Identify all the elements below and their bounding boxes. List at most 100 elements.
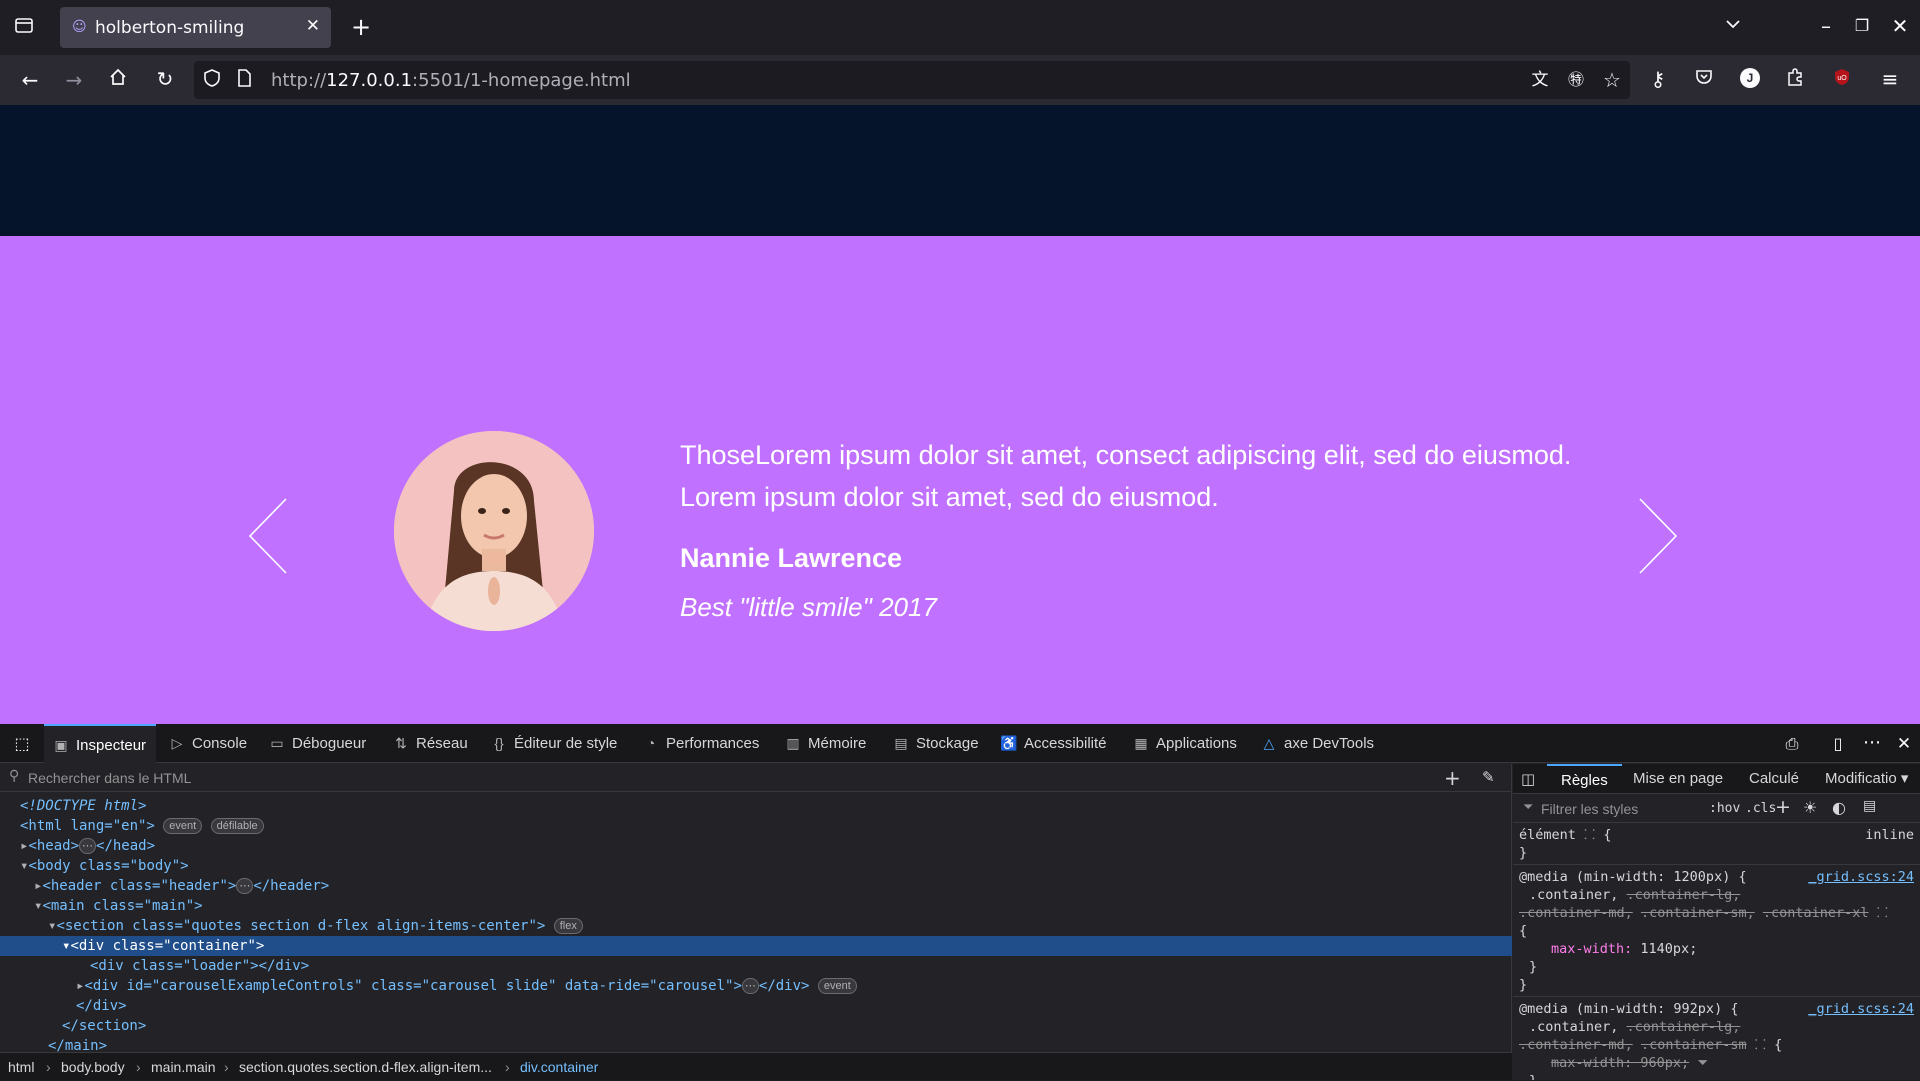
print-simulation-icon[interactable]: ▤ bbox=[1863, 798, 1876, 814]
eyedropper-icon[interactable]: ✎ bbox=[1482, 768, 1495, 786]
rule-selector[interactable]: .container-md, .container-sm, .container… bbox=[1519, 904, 1888, 922]
close-window-icon[interactable]: ✕ bbox=[1886, 14, 1914, 38]
tab-list-icon[interactable] bbox=[10, 14, 38, 41]
app-menu-icon[interactable]: ≡ bbox=[1876, 67, 1904, 91]
list-all-tabs-icon[interactable] bbox=[1719, 14, 1747, 38]
light-scheme-icon[interactable]: ☀ bbox=[1803, 798, 1817, 817]
tab-layout[interactable]: Mise en page bbox=[1633, 764, 1723, 794]
tab-storage[interactable]: ▤ Stockage bbox=[892, 724, 978, 763]
avatar bbox=[394, 431, 594, 631]
breadcrumb-item[interactable]: body.body bbox=[61, 1053, 125, 1081]
shield-icon[interactable] bbox=[198, 68, 226, 93]
translate-page-icon[interactable]: ㊕ bbox=[1562, 68, 1590, 92]
translate-icon[interactable]: 文 bbox=[1526, 68, 1554, 92]
pocket-icon[interactable] bbox=[1690, 67, 1718, 92]
carousel-next-icon[interactable] bbox=[1632, 491, 1680, 581]
url-text[interactable]: http://127.0.0.1:5501/1-homepage.html bbox=[271, 70, 631, 91]
breadcrumb-item[interactable]: section.quotes.section.d-flex.align-item… bbox=[239, 1053, 492, 1081]
rule-selector[interactable]: .container, .container-lg, bbox=[1519, 886, 1740, 904]
rule-selector[interactable]: .container-md, .container-sm ⸬ { bbox=[1519, 1036, 1782, 1054]
minimize-icon[interactable]: – bbox=[1812, 14, 1840, 38]
tree-loader[interactable]: <div class="loader"></div> bbox=[90, 956, 309, 976]
forward-icon[interactable]: → bbox=[60, 68, 88, 92]
extensions-puzzle-icon[interactable] bbox=[1781, 67, 1809, 92]
more-options-icon[interactable]: ⋯ bbox=[1858, 731, 1886, 755]
hov-button[interactable]: :hov bbox=[1709, 801, 1740, 816]
tab-applications[interactable]: ▦ Applications bbox=[1132, 724, 1237, 763]
carousel-prev-icon[interactable] bbox=[246, 491, 294, 581]
devtools-toolbar: ⬚ ▣ Inspecteur ▷ Console ▭ Débogueur ⇅ Résea… bbox=[0, 724, 1920, 763]
filter-icon[interactable]: ⏷ bbox=[1697, 1055, 1708, 1071]
tree-container-close[interactable]: </div> bbox=[76, 996, 127, 1016]
source-link[interactable]: _grid.scss:24 bbox=[1808, 1000, 1914, 1018]
rule-declaration-overridden[interactable]: max-width: 960px; ⏷ bbox=[1519, 1054, 1708, 1072]
tab-console[interactable]: ▷ Console bbox=[168, 724, 247, 763]
tree-html[interactable]: <html lang="en"> event défilable bbox=[20, 816, 264, 836]
tree-doctype[interactable]: <!DOCTYPE html> bbox=[20, 796, 146, 816]
account-avatar-icon[interactable]: J bbox=[1736, 67, 1764, 94]
event-badge[interactable]: event bbox=[817, 978, 857, 994]
cls-button[interactable]: .cls bbox=[1745, 801, 1776, 816]
tree-main[interactable]: ▾<main class="main"> bbox=[34, 896, 203, 916]
dark-scheme-icon[interactable]: ◐ bbox=[1832, 798, 1846, 817]
element-picker-icon[interactable]: ⬚ bbox=[8, 732, 36, 756]
rule-element[interactable]: élément ⸬ {inline bbox=[1519, 826, 1914, 844]
tree-container-selected[interactable]: ▾<div class="container"> bbox=[0, 936, 1512, 956]
memory-icon: ▥ bbox=[786, 735, 800, 751]
ublock-icon[interactable]: uO bbox=[1828, 67, 1856, 92]
tree-header[interactable]: ▸<header class="header"> ⋯ </header> bbox=[34, 876, 329, 896]
tab-favicon-icon: ☺ bbox=[72, 19, 87, 35]
tab-performance[interactable]: ◔ Performances bbox=[642, 724, 760, 763]
tab-debugger[interactable]: ▭ Débogueur bbox=[268, 724, 366, 763]
rules-filter-input[interactable]: ⏷ Filtrer les styles :hov .cls + ☀ ◐ ▤ bbox=[1513, 795, 1920, 823]
source-link[interactable]: _grid.scss:24 bbox=[1808, 868, 1914, 886]
breadcrumb-item-current[interactable]: div.container bbox=[520, 1053, 598, 1081]
browser-tab[interactable]: ☺ holberton-smiling ✕ bbox=[60, 7, 331, 48]
debugger-icon: ▭ bbox=[270, 735, 284, 751]
tab-network[interactable]: ⇅ Réseau bbox=[392, 724, 468, 763]
rule-selector[interactable]: .container, .container-lg, bbox=[1519, 1018, 1740, 1036]
breadcrumb-item[interactable]: main.main bbox=[151, 1053, 216, 1081]
passwords-key-icon[interactable]: ⚷ bbox=[1644, 67, 1672, 91]
tab-inspector[interactable]: ▣ Inspecteur bbox=[44, 724, 157, 763]
home-icon[interactable] bbox=[104, 67, 132, 92]
tab-axe-devtools[interactable]: △ axe DevTools bbox=[1260, 724, 1374, 763]
tree-section-close[interactable]: </section> bbox=[62, 1016, 146, 1036]
tab-memory[interactable]: ▥ Mémoire bbox=[784, 724, 866, 763]
reload-icon[interactable]: ↻ bbox=[151, 67, 179, 91]
tree-head[interactable]: ▸<head> ⋯ </head> bbox=[20, 836, 155, 856]
tree-section[interactable]: ▾<section class="quotes section d-flex a… bbox=[48, 916, 583, 936]
add-node-icon[interactable]: + bbox=[1444, 766, 1461, 790]
add-rule-icon[interactable]: + bbox=[1775, 796, 1791, 818]
back-icon[interactable]: ← bbox=[16, 68, 44, 92]
breadcrumb: html › body.body › main.main › section.q… bbox=[0, 1052, 1512, 1080]
close-devtools-icon[interactable]: ✕ bbox=[1890, 732, 1918, 756]
tab-rules[interactable]: Règles bbox=[1547, 764, 1622, 794]
tab-computed[interactable]: Calculé bbox=[1749, 764, 1799, 794]
navigation-toolbar: ← → ↻ http://127.0.0.1:5501/1-homepage.h… bbox=[0, 55, 1920, 105]
html-search-input[interactable]: ⚲ Rechercher dans le HTML + ✎ bbox=[0, 764, 1512, 792]
event-badge[interactable]: event bbox=[163, 818, 203, 834]
rule-media-1200[interactable]: @media (min-width: 1200px) {_grid.scss:2… bbox=[1519, 868, 1914, 886]
rule-media-992[interactable]: @media (min-width: 992px) {_grid.scss:24 bbox=[1519, 1000, 1914, 1018]
flex-badge[interactable]: flex bbox=[553, 918, 583, 934]
tree-carousel[interactable]: ▸<div id="carouselExampleControls" class… bbox=[76, 976, 857, 996]
toggle-sidebar-icon[interactable]: ◫ bbox=[1521, 770, 1535, 788]
scrollable-badge[interactable]: défilable bbox=[210, 818, 264, 834]
responsive-design-icon[interactable]: ▯ bbox=[1824, 732, 1852, 756]
svg-text:J: J bbox=[1747, 71, 1754, 85]
tree-body[interactable]: ▾<body class="body"> bbox=[20, 856, 189, 876]
screenshot-icon[interactable]: ⎙ bbox=[1778, 732, 1806, 756]
rule-declaration[interactable]: max-width: 1140px; bbox=[1519, 940, 1697, 958]
tab-accessibility[interactable]: ♿ Accessibilité bbox=[1000, 724, 1106, 763]
tab-changes[interactable]: Modificatio ▾ bbox=[1825, 764, 1908, 794]
restore-icon[interactable]: ❐ bbox=[1848, 14, 1876, 38]
bookmark-star-icon[interactable]: ☆ bbox=[1598, 68, 1626, 92]
address-bar[interactable]: http://127.0.0.1:5501/1-homepage.html 文 … bbox=[194, 61, 1630, 99]
tab-style-editor[interactable]: {} Éditeur de style bbox=[490, 724, 617, 763]
close-tab-icon[interactable]: ✕ bbox=[306, 16, 320, 36]
applications-icon: ▦ bbox=[1134, 735, 1148, 751]
breadcrumb-item[interactable]: html bbox=[8, 1053, 34, 1081]
page-info-icon[interactable] bbox=[230, 68, 258, 93]
new-tab-icon[interactable]: + bbox=[347, 15, 375, 39]
